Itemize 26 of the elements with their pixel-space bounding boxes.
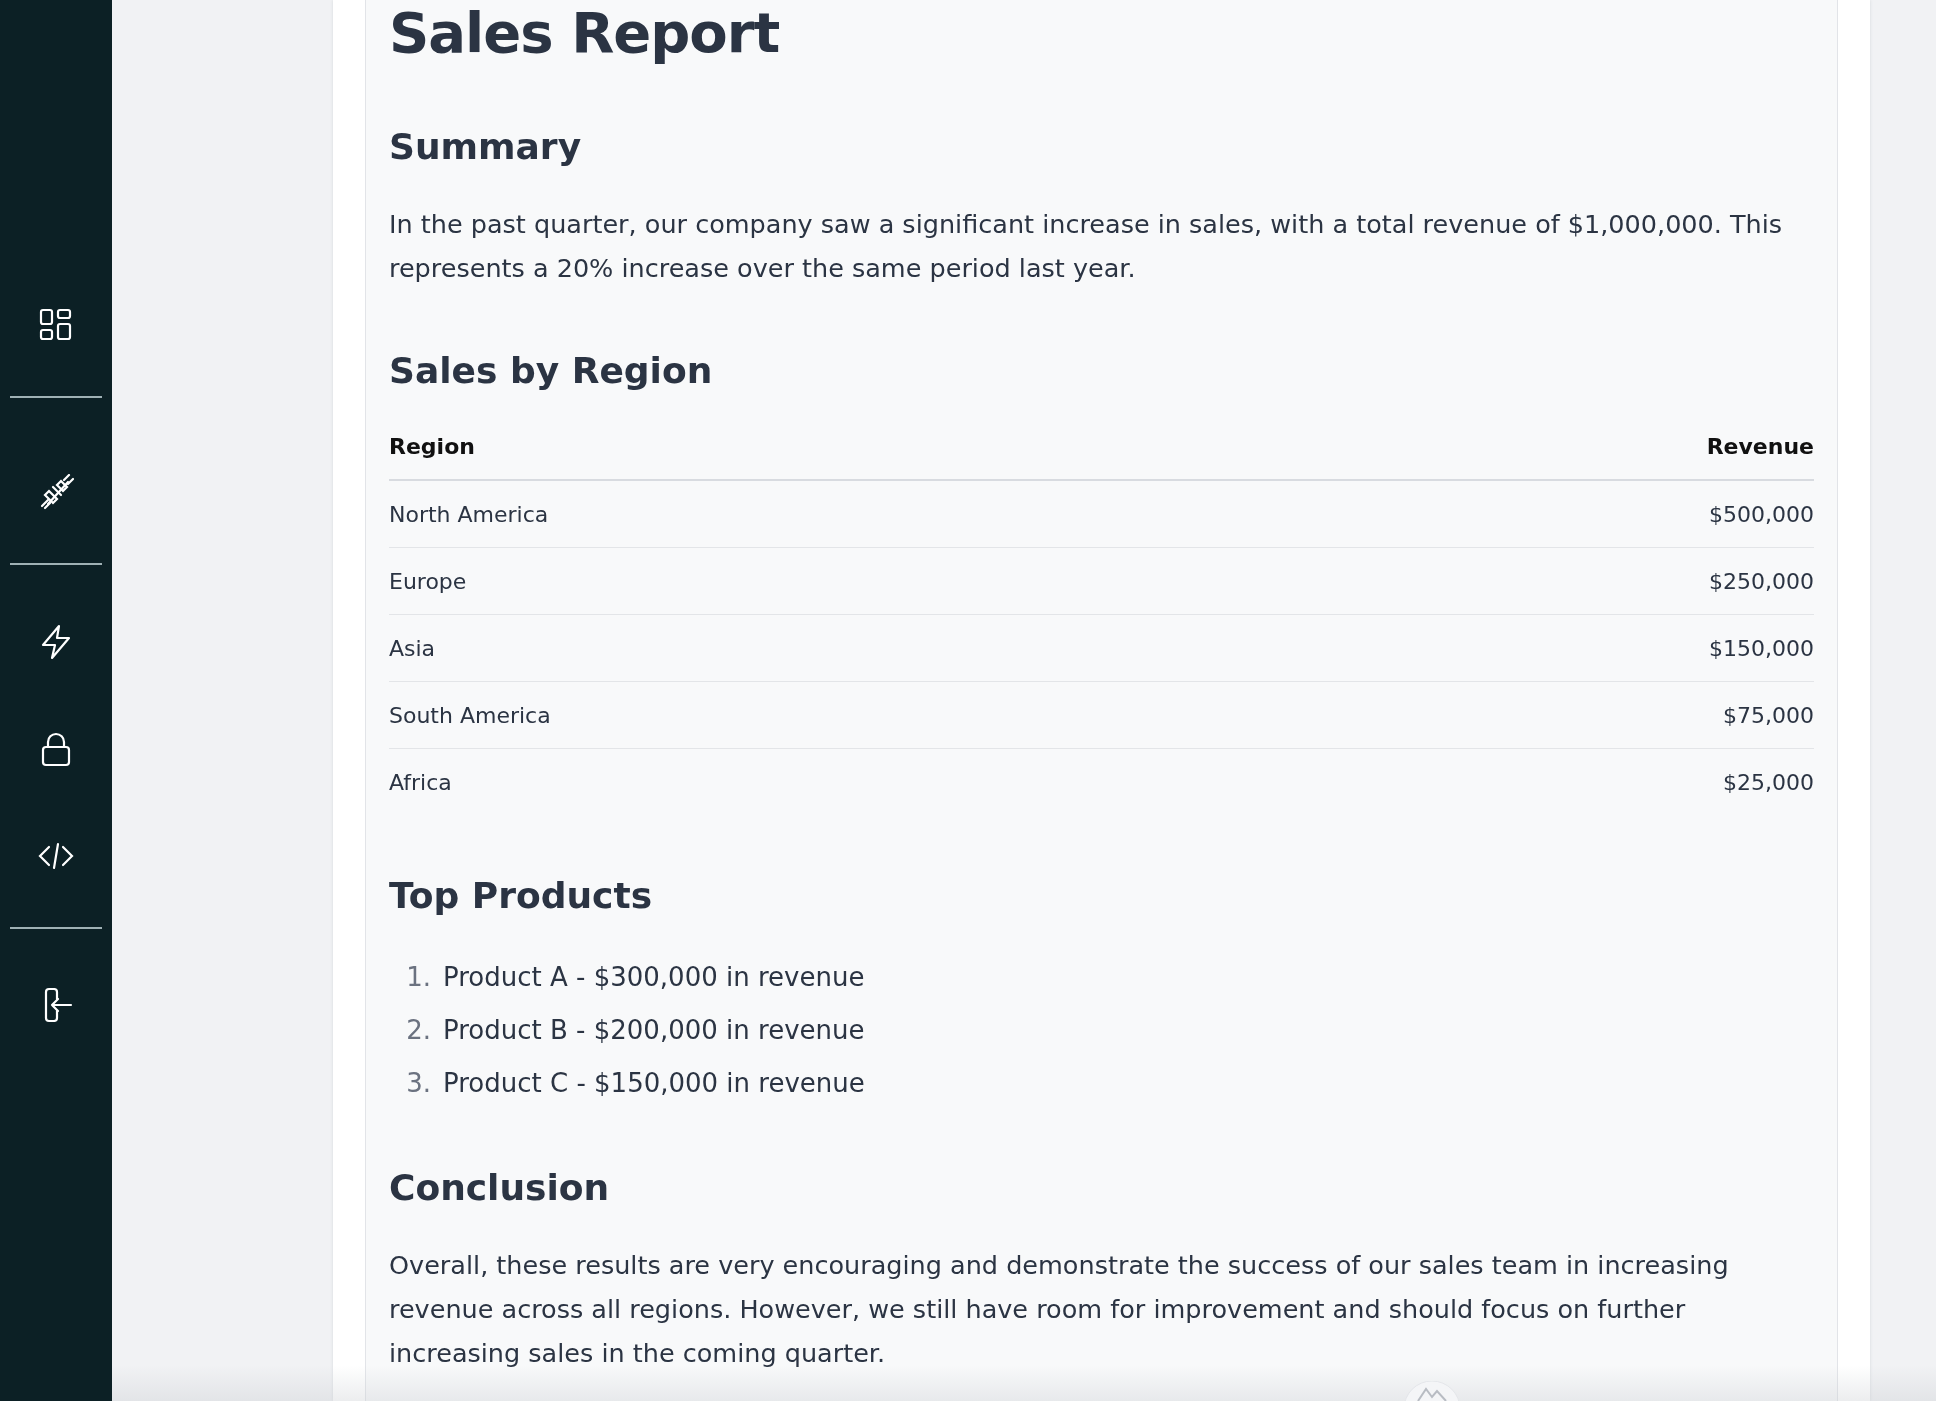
section-heading: Conclusion (389, 1166, 611, 1210)
list-item: Product C - $150,000 in revenue (443, 1067, 865, 1098)
column-header: Revenue (1706, 434, 1814, 459)
list-number: 3. (405, 1067, 432, 1098)
list-number: 1. (405, 961, 432, 992)
table-cell: South America (389, 702, 551, 728)
list-item: Product B - $200,000 in revenue (443, 1014, 865, 1045)
table-cell: Europe (389, 568, 467, 594)
table-cell: $250,000 (1709, 568, 1814, 594)
section-heading: Top Products (389, 874, 654, 918)
section-heading: Summary (389, 125, 583, 169)
list-number: 2. (405, 1014, 432, 1045)
paragraph: In the past quarter, our company saw a significant increase in sales, with a total revenue of $1,000,000. This represents a 20% increase over the same period last year. (389, 208, 1784, 285)
table-cell: $500,000 (1709, 501, 1814, 527)
table-cell: Africa (389, 769, 452, 795)
paragraph: Overall, these results are very encouraging and demonstrate the success of our sales team in increasing revenue across all regions. However, we still have room for improvement and should focus on further increasing sales in the coming quarter. (389, 1249, 1730, 1370)
table-cell: $150,000 (1709, 635, 1814, 661)
table-cell: $75,000 (1723, 702, 1814, 728)
report-title: Sales Report (389, 0, 781, 66)
dashboard-icon[interactable] (38, 307, 74, 343)
table-cell: North America (389, 501, 549, 527)
section-heading: Sales by Region (389, 349, 714, 393)
list-item: Product A - $300,000 in revenue (443, 961, 865, 992)
table-cell: Asia (389, 635, 436, 661)
table-cell: $25,000 (1723, 769, 1814, 795)
column-header: Region (389, 434, 475, 459)
